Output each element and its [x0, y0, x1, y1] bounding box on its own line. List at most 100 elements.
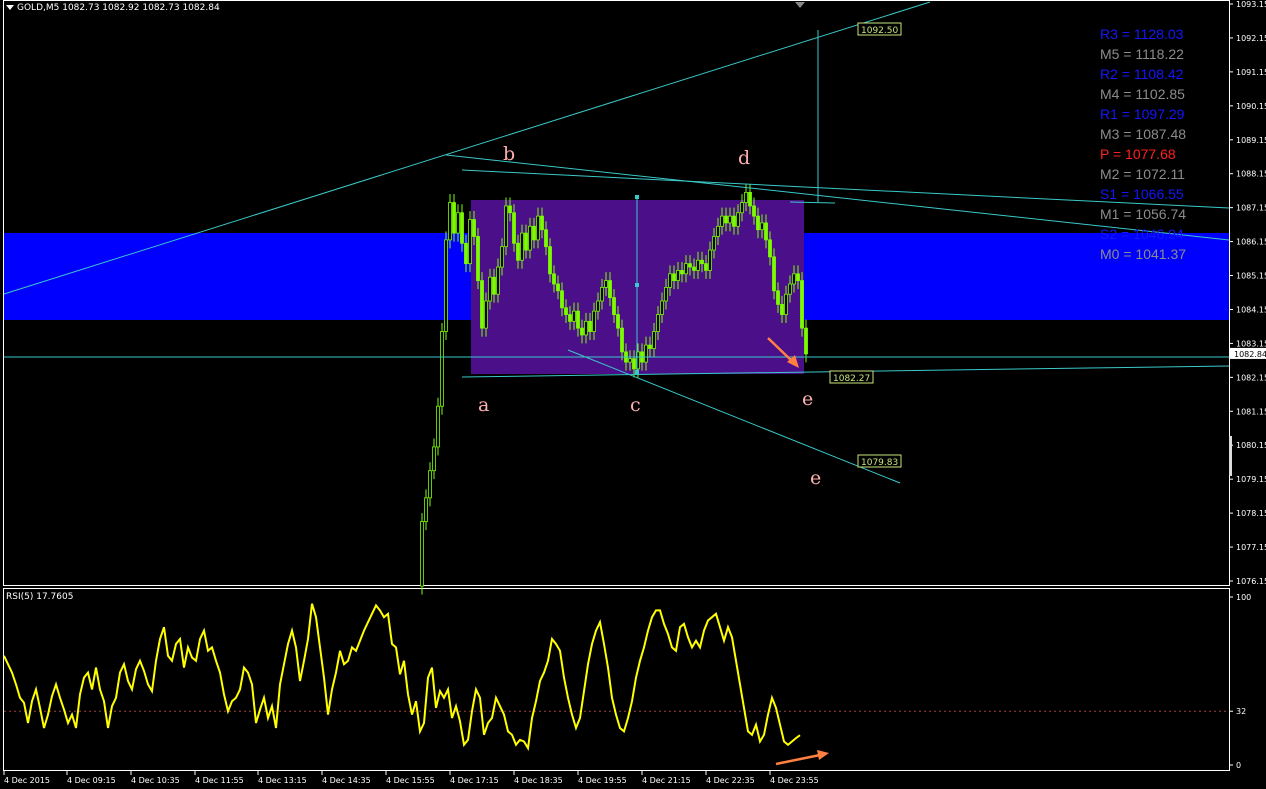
candle-body — [428, 470, 432, 499]
candle-body — [492, 276, 496, 295]
candle-body — [676, 270, 680, 282]
candle-body — [480, 280, 484, 329]
y-tick-label: 1079.15 — [1236, 475, 1266, 484]
y-tick-label: 1081.15 — [1236, 407, 1266, 416]
candle-body — [748, 191, 752, 207]
candle-body — [472, 219, 476, 237]
y-tick-label: 1082.15 — [1236, 373, 1266, 382]
candle-body — [644, 344, 648, 363]
x-tick-label: 4 Dec 19:55 — [578, 776, 627, 785]
pivot-m5: M5 = 1118.22 — [1100, 46, 1184, 62]
candle-body — [792, 273, 796, 285]
candle-body — [544, 229, 548, 248]
rsi-axis: 100 32 0 — [1229, 593, 1251, 770]
candle-body — [776, 290, 780, 305]
candle-body — [484, 300, 488, 329]
right-arrow-icon — [817, 750, 829, 760]
y-tick-label: 1086.15 — [1236, 238, 1266, 247]
candle-body — [528, 225, 532, 251]
rsi-panel-border — [3, 588, 1230, 771]
wave-label-c: c — [630, 394, 641, 416]
candle-body — [760, 222, 764, 231]
candle-body — [508, 205, 512, 214]
candle-body — [720, 215, 724, 227]
chart-canvas[interactable]: 1092.50 1082.27 1079.83 a b c d e e 1093.15 1092… — [0, 0, 1266, 789]
candle-body — [524, 232, 528, 251]
candle-body — [732, 215, 736, 227]
candle-body — [456, 212, 460, 234]
x-tick-label: 4 Dec 10:35 — [131, 776, 180, 785]
x-tick-label: 4 Dec 18:35 — [514, 776, 563, 785]
pivot-r3: R3 = 1128.03 — [1100, 26, 1184, 42]
candle-body — [448, 202, 452, 241]
candle-body — [668, 273, 672, 288]
candle-body — [476, 236, 480, 282]
rsi-title: RSI(5) 17.7605 — [6, 592, 74, 602]
y-tick-label: 1085.15 — [1236, 272, 1266, 281]
candle-body — [628, 358, 632, 363]
candle-body — [660, 300, 664, 315]
scrollbar-handle[interactable] — [1229, 436, 1232, 476]
candle-body — [664, 287, 668, 302]
scroll-marker-icon[interactable] — [795, 2, 805, 8]
pivot-p: P = 1077.68 — [1100, 146, 1176, 162]
candle-body — [788, 283, 792, 295]
candle-body — [632, 358, 636, 370]
candle-body — [752, 205, 756, 217]
wave-label-a: a — [478, 394, 489, 416]
candle-body — [440, 331, 444, 407]
collapse-triangle-icon[interactable] — [6, 5, 14, 10]
arrow-group — [767, 337, 829, 766]
y-tick-label: 1090.15 — [1236, 102, 1266, 111]
rectangle-handle-mid — [635, 283, 639, 287]
candle-body — [612, 297, 616, 315]
y-tick-label: 1088.15 — [1236, 170, 1266, 179]
candle-body — [744, 191, 748, 203]
candle-body — [656, 314, 660, 332]
candle-body — [496, 266, 500, 295]
wave-label-e: e — [810, 467, 821, 489]
candle-body — [652, 331, 656, 349]
candle-body — [420, 521, 424, 587]
up-arrow-shaft — [775, 753, 821, 766]
candle-body — [672, 273, 676, 282]
pivot-levels-panel: R3 = 1128.03 M5 = 1118.22 R2 = 1108.42 M… — [1100, 24, 1204, 264]
rsi-line — [3, 603, 801, 752]
y-tick-label: 1083.15 — [1236, 339, 1266, 348]
rsi-tick-label: 32 — [1236, 707, 1246, 716]
x-tick-label: 4 Dec 17:15 — [450, 776, 499, 785]
pivot-m3: M3 = 1087.48 — [1100, 126, 1187, 142]
candle-body — [424, 497, 428, 523]
x-tick-label: 4 Dec 11:55 — [195, 776, 244, 785]
candle-body — [536, 215, 540, 241]
x-tick-label: 4 Dec 2015 — [4, 776, 50, 785]
candle-body — [500, 246, 504, 268]
candle-body — [556, 283, 560, 292]
price-tag-label: 1092.50 — [861, 26, 898, 36]
candle-body — [712, 236, 716, 251]
candle-body — [772, 256, 776, 292]
candle-body — [604, 280, 608, 288]
y-tick-label: 1078.15 — [1236, 509, 1266, 518]
candle-body — [548, 246, 552, 275]
x-tick-label: 4 Dec 13:15 — [258, 776, 307, 785]
candle-body — [444, 239, 448, 332]
candle-body — [584, 320, 588, 336]
wave-label-d: d — [738, 147, 750, 169]
x-tick-label: 4 Dec 22:35 — [706, 776, 755, 785]
candle-body — [688, 263, 692, 268]
candle-body — [736, 212, 740, 227]
candle-body — [568, 314, 572, 322]
chart-title: GOLD,M5 1082.73 1082.92 1082.73 1082.84 — [17, 3, 220, 13]
pivot-m1: M1 = 1056.74 — [1100, 206, 1187, 222]
candle-body — [560, 290, 564, 309]
candle-body — [740, 202, 744, 214]
candle-body — [756, 215, 760, 231]
candle-body — [648, 344, 652, 349]
candle-body — [512, 212, 516, 244]
y-tick-label: 1091.15 — [1236, 68, 1266, 77]
candle-body — [768, 239, 772, 258]
candle-body — [708, 249, 712, 271]
candle-body — [532, 225, 536, 241]
price-tag-label: 1079.83 — [861, 458, 898, 468]
